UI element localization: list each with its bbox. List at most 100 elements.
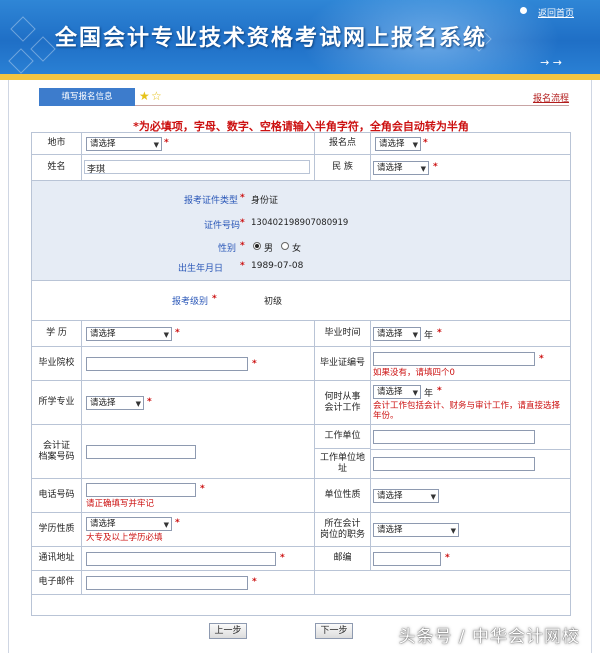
required-mark: * <box>240 241 245 251</box>
required-mark: * <box>423 138 428 148</box>
form-row: 姓名 李琪 民 族 请选择 ▼ * <box>32 155 570 181</box>
form-row: 电话号码 * 请正确填写并牢记 单位性质 请选择 ▼ <box>32 479 570 513</box>
edu-type-select[interactable]: 请选择 ▼ <box>86 517 172 531</box>
unit-type-cell: 请选择 ▼ <box>371 479 570 512</box>
region-label: 地市 <box>32 133 82 154</box>
process-link[interactable]: 报名流程 <box>533 91 569 104</box>
edu-type-hint: 大专及以上学历必填 <box>86 533 163 543</box>
tab-bar: 填写报名信息 ★ ☆ 报名流程 <box>39 88 569 106</box>
banner-hexagon <box>10 16 36 42</box>
required-mark: * <box>200 484 205 494</box>
employer-field[interactable] <box>373 430 535 444</box>
ethnicity-label: 民 族 <box>315 155 371 180</box>
education-select[interactable]: 请选择 ▼ <box>86 327 172 341</box>
major-select[interactable]: 请选择 ▼ <box>86 396 144 410</box>
zip-label: 邮编 <box>315 547 371 570</box>
row-divider <box>371 449 570 450</box>
exam-site-cell: 请选择 ▼ * <box>371 133 570 154</box>
email-cell: * <box>82 571 315 594</box>
region-select[interactable]: 请选择 ▼ <box>86 137 162 151</box>
chevron-down-icon: ▼ <box>412 389 418 397</box>
education-cell: 请选择 ▼ * <box>82 321 315 346</box>
required-mark: * <box>240 218 245 228</box>
header-banner: 全国会计专业技术资格考试网上报名系统 返回首页 → → <box>0 0 600 74</box>
name-field[interactable] <box>84 160 310 174</box>
form-row: 会计证 档案号码 工作单位 工作单位地址 <box>32 425 570 479</box>
edu-type-cell: 请选择 ▼ * 大专及以上学历必填 <box>82 513 315 546</box>
cert-no-label: 毕业证编号 <box>315 347 371 380</box>
unit-type-label: 单位性质 <box>315 479 371 512</box>
address-field[interactable] <box>86 552 276 566</box>
edu-type-label: 学历性质 <box>32 513 82 546</box>
address-label: 通讯地址 <box>32 547 82 570</box>
phone-cell: * 请正确填写并牢记 <box>82 479 315 512</box>
school-field[interactable] <box>86 357 248 371</box>
form-row: 报考级别 * 初级 <box>32 281 570 321</box>
work-start-label: 何时从事 会计工作 <box>315 381 371 424</box>
archive-field[interactable] <box>86 445 196 459</box>
birth-label: 出生年月日 <box>178 264 224 274</box>
level-label: 报考级别 <box>172 297 209 307</box>
required-mark: * <box>437 328 442 338</box>
next-button[interactable]: 下一步 <box>315 623 353 639</box>
main-content: 填写报名信息 ★ ☆ 报名流程 *为必填项，字母、数字、空格请输入半角字符，全角… <box>8 80 592 653</box>
form-row: 地市 请选择 ▼ * 报名点 请选择 ▼ * <box>32 133 570 155</box>
gender-female-label: 女 <box>292 244 302 254</box>
cert-no-cell: * 如果没有，请填四个0 <box>371 347 570 380</box>
employer-address-field[interactable] <box>373 457 535 471</box>
watermark: 头条号 / 中华会计网校 <box>398 627 580 647</box>
required-mark: * <box>252 359 257 369</box>
required-mark: * <box>175 518 180 528</box>
required-mark: * <box>175 328 180 338</box>
id-number-value: 130402198907080919 <box>251 218 349 228</box>
form-row: 所学专业 请选择 ▼ * 何时从事 会计工作 请选择 ▼ 年 * 会计工作包括会计、… <box>32 381 570 425</box>
name-value: 李琪 <box>87 165 106 175</box>
gender-label: 性别 <box>218 244 237 254</box>
major-cell: 请选择 ▼ * <box>82 381 315 424</box>
prev-button[interactable]: 上一步 <box>209 623 247 639</box>
home-link[interactable]: 返回首页 <box>538 6 574 19</box>
gender-male-radio[interactable] <box>253 242 261 250</box>
chevron-down-icon: ▼ <box>450 527 456 535</box>
exam-site-select[interactable]: 请选择 ▼ <box>375 137 421 151</box>
phone-field[interactable] <box>86 483 196 497</box>
employer-address-label: 工作单位地址 <box>315 449 371 479</box>
required-mark: * <box>433 162 438 172</box>
employer-cell <box>371 425 570 478</box>
position-select[interactable]: 请选择 ▼ <box>373 523 459 537</box>
home-icon <box>520 7 527 14</box>
ethnicity-select[interactable]: 请选择 ▼ <box>373 161 429 175</box>
email-field[interactable] <box>86 576 248 590</box>
required-mark: * <box>147 397 152 407</box>
registration-form: 地市 请选择▼ * 报名点 请选择▼ * 姓名 李琪 民 族 请选择▼ * <box>31 132 571 616</box>
email-label: 电子邮件 <box>32 571 82 594</box>
empty-cell <box>315 571 570 594</box>
tab-fill-info[interactable]: 填写报名信息 <box>39 88 135 106</box>
chevron-down-icon: ▼ <box>412 331 418 339</box>
address-cell: * <box>82 547 315 570</box>
form-row: 通讯地址 * 邮编 * <box>32 547 570 571</box>
star-icon: ★ <box>139 89 150 103</box>
school-label: 毕业院校 <box>32 347 82 380</box>
identity-block: 报考证件类型 * 身份证 证件号码 * 130402198907080919 性… <box>32 181 570 281</box>
zip-field[interactable] <box>373 552 441 566</box>
required-mark: * <box>252 577 257 587</box>
archive-label: 会计证 档案号码 <box>32 425 82 478</box>
work-start-year-select[interactable]: 请选择 ▼ <box>373 385 421 399</box>
id-number-label: 证件号码 <box>204 221 241 231</box>
required-mark: * <box>240 261 245 271</box>
cert-no-field[interactable] <box>373 352 535 366</box>
id-type-value: 身份证 <box>251 196 279 206</box>
grad-year-select[interactable]: 请选择 ▼ <box>373 327 421 341</box>
banner-hexagon <box>30 36 56 62</box>
required-mark: * <box>539 354 544 364</box>
required-mark: * <box>437 386 442 396</box>
chevron-down-icon: ▼ <box>163 521 169 529</box>
name-cell: 李琪 <box>82 155 315 180</box>
grad-time-cell: 请选择 ▼ 年 * <box>371 321 570 346</box>
star-icon: ☆ <box>151 89 162 103</box>
school-cell: * <box>82 347 315 380</box>
gender-female-radio[interactable] <box>281 242 289 250</box>
employer-label: 工作单位 <box>315 425 371 449</box>
unit-type-select[interactable]: 请选择 ▼ <box>373 489 439 503</box>
